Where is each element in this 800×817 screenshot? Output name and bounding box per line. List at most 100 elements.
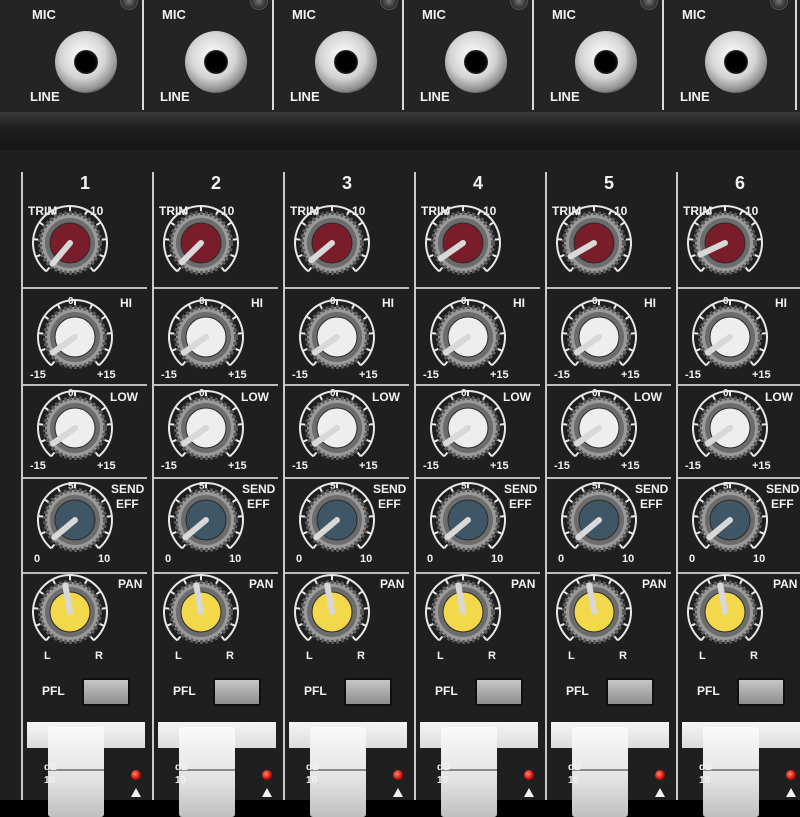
send-max-label: 10 <box>622 553 635 565</box>
trim-knob[interactable] <box>156 198 246 288</box>
line-input-jack-icon[interactable] <box>185 31 247 93</box>
pfl-label: PFL <box>566 684 589 698</box>
send-zero-label: 0 <box>296 553 303 565</box>
db-ten-label: 10 <box>175 775 187 786</box>
pan-knob[interactable] <box>680 567 770 657</box>
panel-edge <box>0 112 800 152</box>
channel-number: 2 <box>211 173 222 193</box>
pan-right-label: R <box>750 650 758 662</box>
pfl-button[interactable] <box>475 678 523 706</box>
pan-right-label: R <box>226 650 234 662</box>
mic-label: MIC <box>32 7 56 22</box>
send-max-label: 10 <box>360 553 373 565</box>
triangle-marker-icon <box>786 788 796 797</box>
pan-right-label: R <box>357 650 365 662</box>
pan-left-label: L <box>568 650 575 662</box>
hi-eq-label: HI <box>382 296 394 310</box>
pan-left-label: L <box>437 650 444 662</box>
send-max-label: 10 <box>491 553 504 565</box>
send-zero-label: 0 <box>34 553 41 565</box>
send-eff-knob[interactable] <box>292 475 382 565</box>
channel-divider <box>152 172 154 800</box>
hi-max-label: +15 <box>97 369 116 381</box>
hi-eq-label: HI <box>513 296 525 310</box>
peak-led-icon <box>655 770 665 780</box>
trim-knob[interactable] <box>418 198 508 288</box>
send-max-label: 10 <box>98 553 111 565</box>
pan-label: PAN <box>642 577 667 591</box>
panel-divider <box>795 0 797 110</box>
low-max-label: +15 <box>752 460 771 472</box>
send-eff-knob[interactable] <box>30 475 120 565</box>
trim-knob[interactable] <box>549 198 639 288</box>
pan-knob[interactable] <box>549 567 639 657</box>
line-input-jack-icon[interactable] <box>445 31 507 93</box>
low-min-label: -15 <box>423 460 439 472</box>
triangle-marker-icon <box>524 788 534 797</box>
db-label: dB <box>306 762 320 773</box>
pfl-button[interactable] <box>606 678 654 706</box>
panel-divider <box>532 0 534 110</box>
pfl-label: PFL <box>173 684 196 698</box>
send-eff-knob[interactable] <box>685 475 775 565</box>
low-max-label: +15 <box>228 460 247 472</box>
line-input-jack-icon[interactable] <box>705 31 767 93</box>
peak-led-icon <box>393 770 403 780</box>
send-eff-knob[interactable] <box>423 475 513 565</box>
pan-knob[interactable] <box>25 567 115 657</box>
triangle-marker-icon <box>655 788 665 797</box>
trim-knob[interactable] <box>287 198 377 288</box>
pan-knob[interactable] <box>287 567 377 657</box>
pan-left-label: L <box>44 650 51 662</box>
pfl-label: PFL <box>697 684 720 698</box>
pan-knob[interactable] <box>418 567 508 657</box>
send-zero-label: 0 <box>165 553 172 565</box>
peak-led-icon <box>786 770 796 780</box>
send-zero-label: 0 <box>427 553 434 565</box>
send-max-label: 10 <box>753 553 766 565</box>
pan-knob[interactable] <box>156 567 246 657</box>
panel-divider <box>142 0 144 110</box>
pfl-button[interactable] <box>737 678 785 706</box>
channel-divider <box>676 172 678 800</box>
db-label: dB <box>699 762 713 773</box>
trim-knob[interactable] <box>25 198 115 288</box>
pfl-label: PFL <box>435 684 458 698</box>
low-min-label: -15 <box>292 460 308 472</box>
pfl-button[interactable] <box>344 678 392 706</box>
send-eff-knob[interactable] <box>554 475 644 565</box>
pfl-button[interactable] <box>82 678 130 706</box>
line-label: LINE <box>160 89 190 104</box>
db-label: dB <box>44 762 58 773</box>
pfl-button[interactable] <box>213 678 261 706</box>
hi-eq-label: HI <box>644 296 656 310</box>
line-input-jack-icon[interactable] <box>315 31 377 93</box>
line-input-jack-icon[interactable] <box>575 31 637 93</box>
pan-label: PAN <box>773 577 798 591</box>
send-max-label: 10 <box>229 553 242 565</box>
line-label: LINE <box>420 89 450 104</box>
db-ten-label: 10 <box>44 775 56 786</box>
send-eff-knob[interactable] <box>161 475 251 565</box>
channel-number: 3 <box>342 173 353 193</box>
hi-eq-label: HI <box>251 296 263 310</box>
hi-eq-label: HI <box>775 296 787 310</box>
pan-label: PAN <box>249 577 274 591</box>
hi-min-label: -15 <box>30 369 46 381</box>
db-label: dB <box>437 762 451 773</box>
line-input-jack-icon[interactable] <box>55 31 117 93</box>
pan-left-label: L <box>306 650 313 662</box>
hi-max-label: +15 <box>490 369 509 381</box>
line-label: LINE <box>550 89 580 104</box>
trim-knob[interactable] <box>680 198 770 288</box>
low-max-label: +15 <box>97 460 116 472</box>
low-min-label: -15 <box>161 460 177 472</box>
pan-right-label: R <box>619 650 627 662</box>
low-min-label: -15 <box>685 460 701 472</box>
hi-min-label: -15 <box>292 369 308 381</box>
db-label: dB <box>175 762 189 773</box>
channel-number: 5 <box>604 173 615 193</box>
low-min-label: -15 <box>554 460 570 472</box>
channel-divider <box>283 172 285 800</box>
hi-max-label: +15 <box>621 369 640 381</box>
